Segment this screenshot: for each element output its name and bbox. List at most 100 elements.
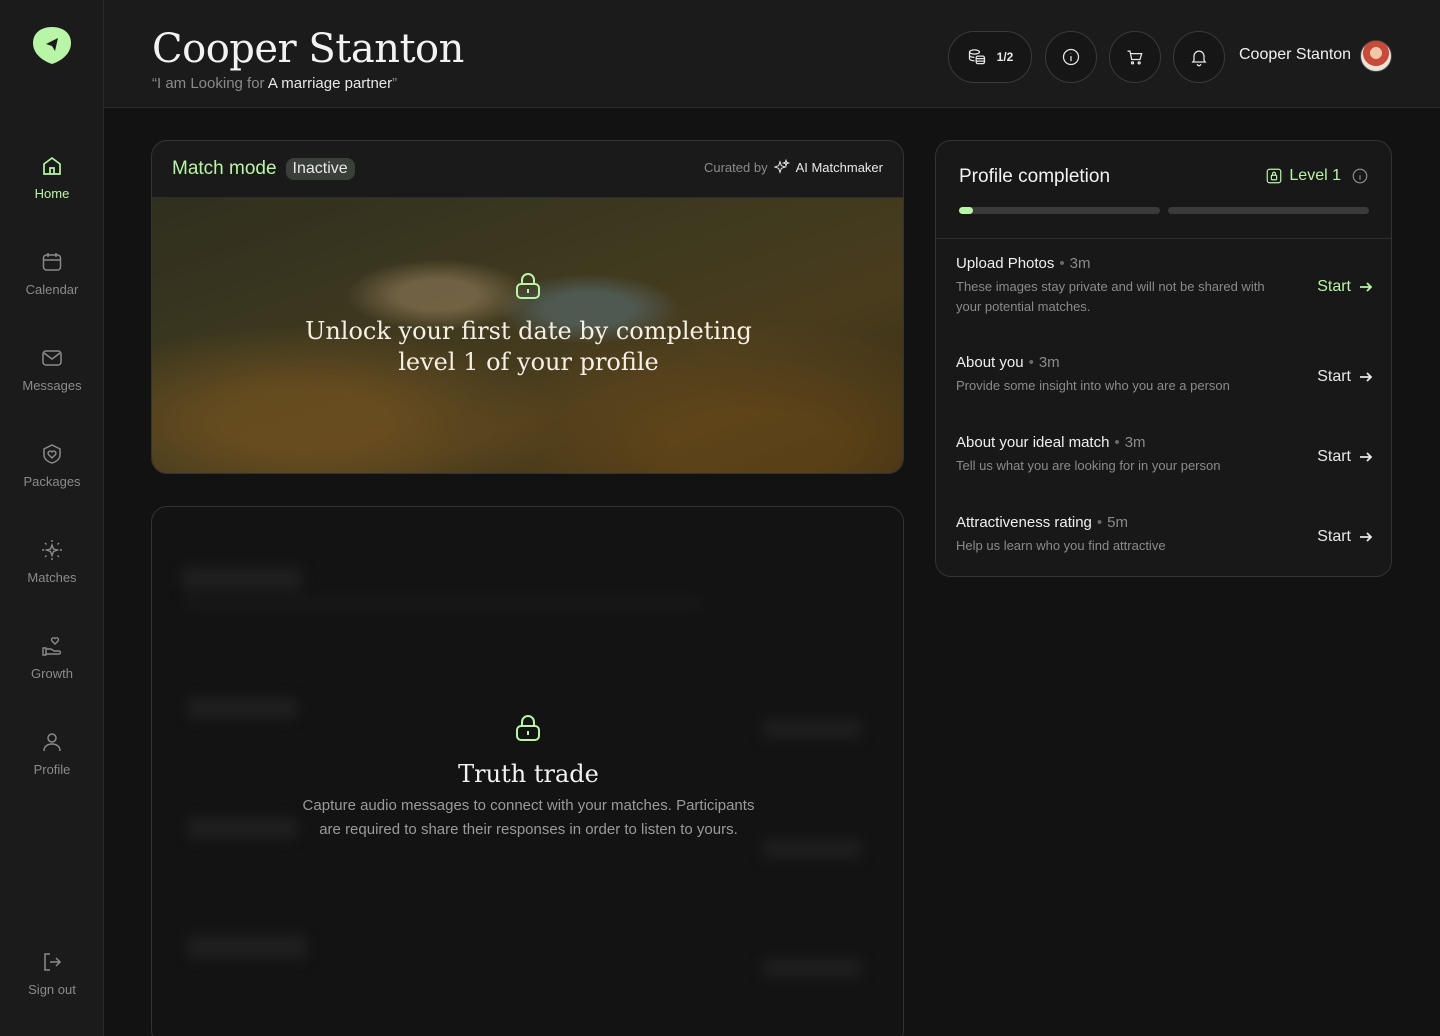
info-icon [1062,48,1080,66]
hand-heart-icon [42,637,62,656]
nav-packages-label: Packages [23,474,81,489]
home-icon [43,156,61,175]
bell-icon [1191,50,1207,67]
cart-icon [1127,50,1143,65]
level-indicator[interactable]: Level 1 [1265,167,1369,185]
looking-for-subtitle: “I am Looking for A marriage partner” [152,75,397,92]
match-mode-card: Match mode Inactive Curated by AI Matchm… [151,140,904,474]
task-title: Upload Photos • 3m [956,255,1091,272]
level-info-icon[interactable] [1351,167,1369,185]
start-label: Start [1317,528,1351,545]
ghost-row [762,840,862,858]
truth-desc-line-1: Capture audio messages to connect with y… [302,797,755,814]
start-label: Start [1317,448,1351,465]
task-duration: 3m [1069,255,1091,272]
sign-out-button[interactable]: Sign out [0,950,104,1020]
start-upload-photos-button[interactable]: Start [1317,278,1373,296]
nav-growth[interactable]: Growth [0,634,104,704]
task-duration: 3m [1038,354,1060,371]
task-upload-photos: Upload Photos • 3m These images stay priva… [956,255,1371,317]
nav-messages-label: Messages [22,378,82,393]
match-mode-label: Match mode [172,158,277,179]
subtitle-value: A marriage partner [267,75,393,92]
ghost-row [187,697,297,719]
nav-home-label: Home [34,186,70,201]
task-about-you: About you • 3m Provide some insight into w… [956,354,1371,396]
truth-trade-description: Capture audio messages to connect with y… [282,794,775,842]
task-description: These images stay private and will not b… [956,279,1265,314]
ghost-row [187,817,297,839]
curated-prefix: Curated by [703,159,768,175]
user-name[interactable]: Cooper Stanton [1239,46,1351,64]
progress-fill [959,207,974,214]
level-lock-icon [1267,168,1282,184]
user-icon [43,733,61,752]
sparkle-icon [42,540,62,560]
nav-packages[interactable]: Packages [0,442,104,512]
task-name: About your ideal match [956,434,1110,451]
arrow-right-icon [1360,532,1373,542]
sidebar: Home Calendar Messages Packages Matches … [0,0,104,1036]
task-title: Attractiveness rating • 5m [956,514,1129,531]
task-title: About you • 3m [956,354,1060,371]
task-name: About you [956,354,1024,371]
info-button[interactable] [1045,31,1097,83]
level-label: Level 1 [1289,167,1341,184]
subtitle-prefix: “I am Looking for [152,75,268,92]
task-description: Provide some insight into who you are a … [956,378,1230,393]
profile-completion-card: Profile completion Level 1 Upload Photos… [935,140,1392,577]
status-badge: Inactive [285,158,355,180]
nav-calendar[interactable]: Calendar [0,250,104,320]
notifications-button[interactable] [1173,31,1225,83]
credits-button[interactable]: 1/2 [948,31,1032,83]
cart-button[interactable] [1109,31,1161,83]
arrow-right-icon [1360,282,1373,292]
unlock-line-1: Unlock your first date by completing [305,317,752,345]
shield-heart-icon [43,444,61,464]
calendar-icon [42,253,62,271]
task-ideal-match: About your ideal match • 3m Tell us what y… [956,434,1371,476]
truth-trade-card: Truth trade Capture audio messages to co… [151,506,904,1036]
nav-profile[interactable]: Profile [0,730,104,800]
start-label: Start [1317,368,1351,385]
arrow-right-icon [1360,372,1373,382]
start-attractiveness-button[interactable]: Start [1317,528,1373,546]
progress-bar-level-2 [1168,207,1369,214]
lock-icon [516,715,540,741]
unlock-message: Unlock your first date by completing lev… [152,316,903,378]
nav-profile-label: Profile [33,762,71,777]
start-ideal-match-button[interactable]: Start [1317,448,1373,466]
mail-icon [42,350,62,366]
brand-logo[interactable] [31,24,73,66]
ghost-row [182,597,702,609]
ghost-row [187,935,307,959]
nav-matches[interactable]: Matches [0,538,104,608]
ghost-row [762,959,862,977]
page-title: Cooper Stanton [152,26,464,72]
sign-out-label: Sign out [28,982,76,997]
task-title: About your ideal match • 3m [956,434,1146,451]
progress-bar-level-1 [959,207,1160,214]
nav-matches-label: Matches [27,570,77,585]
nav-growth-label: Growth [31,666,73,681]
ghost-row [182,567,302,591]
task-duration: 3m [1124,434,1146,451]
nav-messages[interactable]: Messages [0,346,104,416]
task-description: Help us learn who you find attractive [956,538,1166,553]
nav-home[interactable]: Home [0,154,104,224]
avatar[interactable] [1360,40,1392,72]
topbar: Cooper Stanton “I am Looking for A marri… [104,0,1440,108]
profile-completion-title: Profile completion [959,166,1111,187]
match-mode-header: Match mode Inactive Curated by AI Matchm… [152,141,903,198]
coins-icon [968,49,985,65]
arrow-right-icon [1360,452,1373,462]
lock-icon [516,273,540,299]
nav-calendar-label: Calendar [25,282,79,297]
curated-by-name: AI Matchmaker [795,159,883,175]
task-name: Upload Photos [956,255,1055,272]
subtitle-suffix: ” [392,75,398,92]
start-about-you-button[interactable]: Start [1317,368,1373,386]
truth-trade-title: Truth trade [458,760,599,788]
curated-by: Curated by AI Matchmaker [704,159,883,175]
task-description: Tell us what you are looking for in your… [956,458,1221,473]
